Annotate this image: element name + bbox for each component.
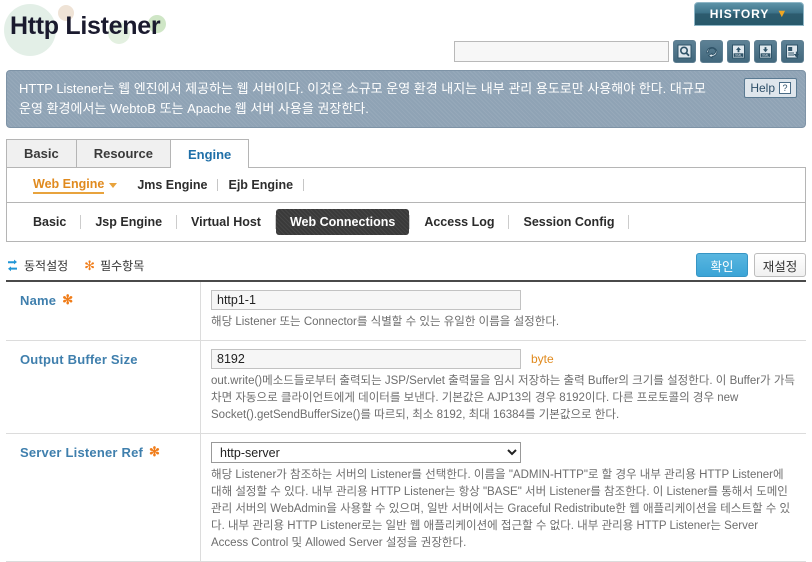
refresh-icon[interactable] — [700, 40, 723, 63]
subtab-jsp-engine[interactable]: Jsp Engine — [81, 209, 176, 235]
confirm-button[interactable]: 확인 — [696, 253, 748, 277]
help-button[interactable]: Help ? — [744, 78, 797, 98]
input-line: http-server — [211, 442, 796, 463]
name-input[interactable] — [211, 290, 521, 310]
form-label-output-buffer-size: Output Buffer Size — [6, 341, 201, 433]
question-mark-icon: ? — [779, 82, 791, 94]
engine-ejb-engine[interactable]: Ejb Engine — [218, 178, 303, 192]
svg-text:XML: XML — [762, 53, 769, 57]
history-button[interactable]: HISTORY ▼ — [694, 2, 804, 26]
engine-divider — [303, 179, 305, 191]
tab-basic[interactable]: Basic — [6, 139, 77, 167]
subtab-web-connections[interactable]: Web Connections — [275, 209, 410, 235]
form-desc-server-listener-ref: 해당 Listener가 참조하는 서버의 Listener를 선택한다. 이름… — [211, 469, 791, 549]
search-input[interactable] — [454, 41, 669, 62]
info-banner-text: HTTP Listener는 웹 엔진에서 제공하는 웹 서버이다. 이것은 소… — [19, 81, 706, 116]
form-label-name-text: Name — [20, 293, 57, 308]
tab-engine[interactable]: Engine — [169, 139, 250, 168]
form-body-output-buffer-size: byte out.write()메소드들로부터 출력되는 JSP/Servlet… — [201, 341, 806, 433]
page-header: Http Listener HISTORY ▼ XML XML — [0, 0, 812, 66]
subtab-basic[interactable]: Basic — [19, 209, 80, 235]
xml-export-icon[interactable]: XML — [754, 40, 777, 63]
legend-required-field: ✻ 필수항목 — [84, 257, 144, 274]
history-label: HISTORY — [709, 7, 770, 21]
settings-form: Name ✻ 해당 Listener 또는 Connector를 식별할 수 있… — [6, 280, 806, 562]
chevron-down-icon: ▼ — [776, 7, 789, 20]
engine-jms-engine[interactable]: Jms Engine — [127, 178, 217, 192]
subtab-access-log[interactable]: Access Log — [410, 209, 508, 235]
engine-web-engine-label: Web Engine — [33, 177, 105, 194]
chevron-down-icon[interactable] — [109, 182, 118, 188]
legend-required-field-label: 필수항목 — [100, 258, 145, 273]
xml-import-icon[interactable]: XML — [727, 40, 750, 63]
input-line: byte — [211, 349, 796, 369]
svg-text:XML: XML — [735, 53, 742, 57]
asterisk-icon: ✻ — [62, 292, 74, 307]
tab-resource[interactable]: Resource — [75, 139, 171, 167]
subtab-virtual-host[interactable]: Virtual Host — [177, 209, 275, 235]
form-label-name: Name ✻ — [6, 282, 201, 340]
form-desc-name: 해당 Listener 또는 Connector를 식별할 수 있는 유일한 이… — [211, 316, 560, 328]
refresh-sync-icon — [6, 259, 19, 272]
reset-button[interactable]: 재설정 — [754, 253, 806, 277]
asterisk-icon: ✻ — [149, 444, 161, 459]
legend-dynamic-setting: 동적설정 — [6, 257, 68, 274]
engine-selector-bar: Web Engine Jms Engine Ejb Engine — [6, 168, 806, 202]
form-body-name: 해당 Listener 또는 Connector를 식별할 수 있는 유일한 이… — [201, 282, 806, 340]
subtab-session-config[interactable]: Session Config — [509, 209, 628, 235]
search-icon[interactable] — [673, 40, 696, 63]
top-toolbar: XML XML — [454, 40, 804, 63]
form-desc-output-buffer-size: out.write()메소드들로부터 출력되는 JSP/Servlet 출력물을… — [211, 375, 795, 421]
page-title: Http Listener — [10, 12, 161, 40]
server-listener-ref-select[interactable]: http-server — [211, 442, 521, 463]
main-tab-bar: Basic Resource Engine — [6, 139, 806, 168]
info-banner: HTTP Listener는 웹 엔진에서 제공하는 웹 서버이다. 이것은 소… — [6, 70, 806, 128]
report-export-icon[interactable] — [781, 40, 804, 63]
form-label-server-listener-ref-text: Server Listener Ref — [20, 445, 144, 460]
form-row-output-buffer-size: Output Buffer Size byte out.write()메소드들로… — [6, 341, 806, 434]
form-row-server-listener-ref: Server Listener Ref ✻ http-server 해당 Lis… — [6, 434, 806, 562]
engine-web-engine[interactable]: Web Engine — [23, 177, 127, 194]
help-label: Help — [750, 81, 775, 95]
output-buffer-size-input[interactable] — [211, 349, 521, 369]
input-line — [211, 290, 796, 310]
form-row-name: Name ✻ 해당 Listener 또는 Connector를 식별할 수 있… — [6, 282, 806, 341]
subtab-divider — [628, 215, 630, 229]
form-label-output-buffer-size-text: Output Buffer Size — [20, 352, 138, 367]
sub-tab-bar: Basic Jsp Engine Virtual Host Web Connec… — [6, 202, 806, 242]
engine-jms-engine-label: Jms Engine — [137, 178, 208, 192]
asterisk-icon: ✻ — [84, 257, 96, 273]
engine-ejb-engine-label: Ejb Engine — [228, 178, 294, 192]
legend-dynamic-setting-label: 동적설정 — [24, 258, 69, 273]
unit-label-byte: byte — [531, 352, 554, 366]
action-bar: 동적설정 ✻ 필수항목 확인 재설정 — [6, 250, 806, 280]
